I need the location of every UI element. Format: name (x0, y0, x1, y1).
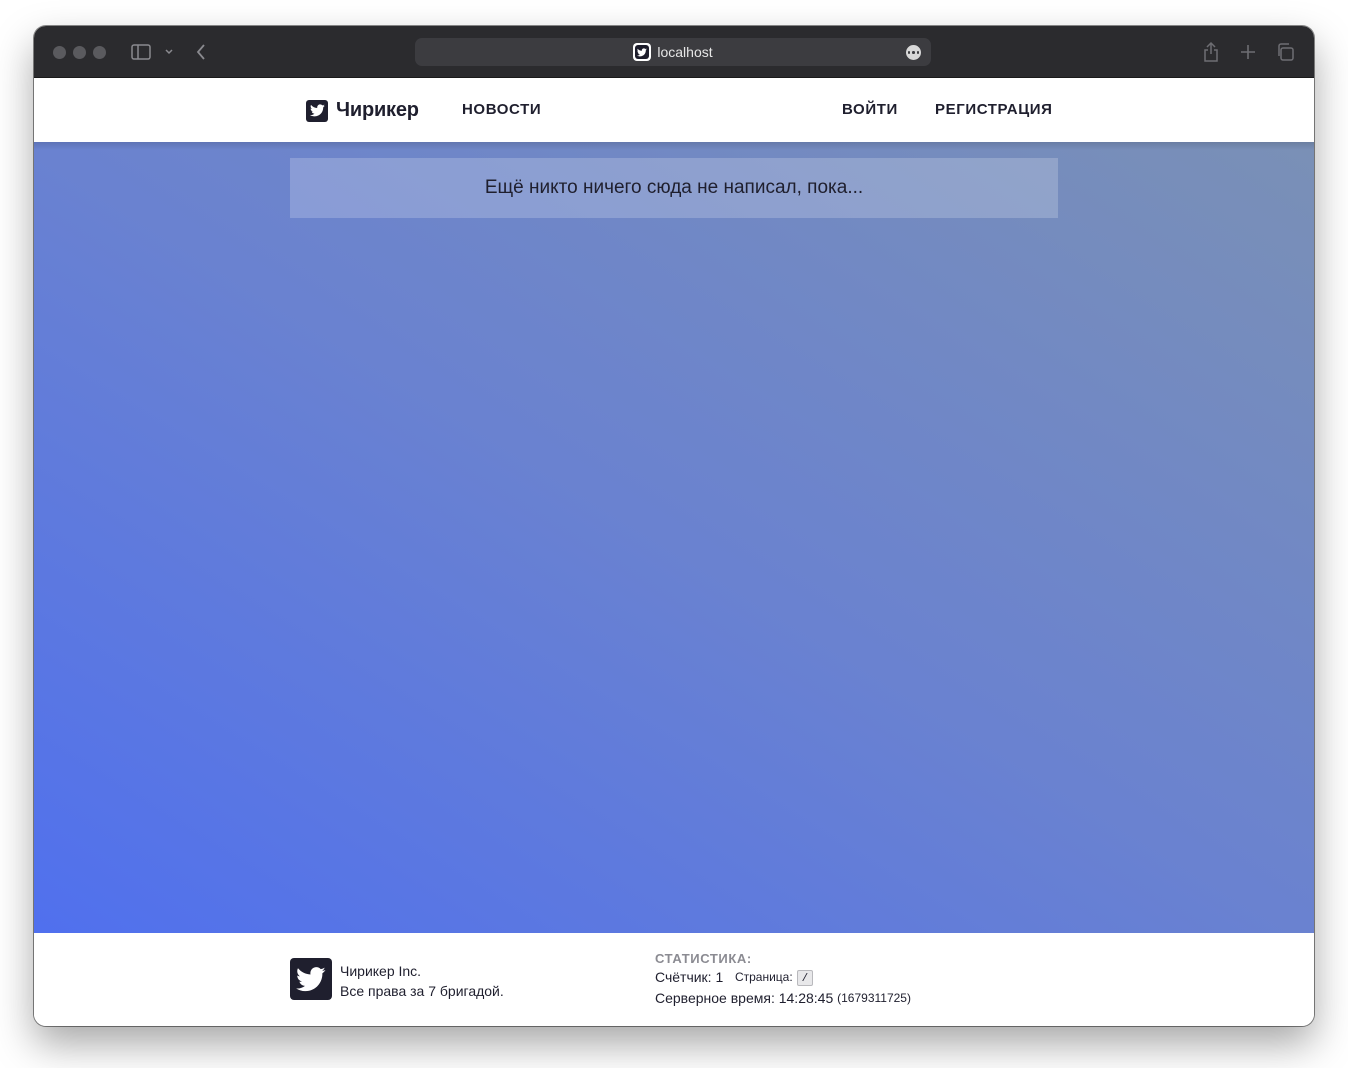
url-text: localhost (657, 44, 713, 60)
server-time-value: 14:28:45 (778, 990, 834, 1006)
back-button[interactable] (191, 40, 211, 64)
server-time-label: Серверное время: (655, 990, 775, 1006)
brand-link[interactable]: Чирикер (306, 99, 419, 122)
browser-toolbar: localhost (34, 26, 1314, 78)
stats-counter-line: Счётчик: 1 Страница: / (655, 967, 911, 988)
nav-news-link[interactable]: НОВОСТИ (462, 101, 541, 118)
site-header: Чирикер НОВОСТИ ВОЙТИ РЕГИСТРАЦИЯ (34, 79, 1314, 142)
plus-icon[interactable] (1237, 40, 1259, 64)
nav-login-link[interactable]: ВОЙТИ (842, 101, 898, 118)
stats-block: СТАТИСТИКА: Счётчик: 1 Страница: / Серве… (655, 951, 911, 1009)
zoom-window-button[interactable] (93, 46, 106, 59)
share-icon[interactable] (1200, 39, 1222, 65)
copyright-text: Все права за 7 бригадой. (340, 983, 504, 999)
site-footer: Чирикер Inc. Все права за 7 бригадой. СТ… (34, 933, 1314, 1026)
brand-name: Чирикер (336, 99, 419, 121)
counter-value: 1 (715, 969, 724, 985)
chevron-left-icon (196, 44, 205, 60)
empty-feed-notice: Ещё никто ничего сюда не написал, пока..… (290, 158, 1058, 218)
nav-register-link[interactable]: РЕГИСТРАЦИЯ (935, 101, 1053, 118)
page-path: / (796, 969, 814, 986)
company-name: Чирикер Inc. (340, 963, 422, 979)
bird-logo-icon (306, 99, 328, 122)
ellipsis-icon[interactable] (906, 45, 921, 60)
minimize-window-button[interactable] (73, 46, 86, 59)
close-window-button[interactable] (53, 46, 66, 59)
server-time-line: Серверное время: 14:28:45 (1679311725) (655, 988, 911, 1009)
stats-title: СТАТИСТИКА: (655, 951, 752, 966)
footer-company-info: Чирикер Inc. Все права за 7 бригадой. (340, 961, 504, 1001)
sidebar-icon[interactable] (130, 42, 152, 62)
site-favicon-icon (633, 43, 652, 61)
server-timestamp: (1679311725) (837, 991, 911, 1005)
main-content: Ещё никто ничего сюда не написал, пока..… (34, 142, 1314, 933)
browser-window: localhost Чирикер НОВОСТИ ВОЙТИ РЕГИСТРА… (34, 26, 1314, 1026)
chevron-down-icon[interactable] (161, 42, 177, 62)
tabs-overview-icon[interactable] (1274, 40, 1296, 64)
counter-label: Счётчик: (655, 969, 712, 985)
page-label: Страница: (734, 970, 793, 984)
footer-bird-logo-icon (290, 958, 332, 1000)
empty-feed-message: Ещё никто ничего сюда не написал, пока..… (484, 177, 864, 198)
address-bar[interactable]: localhost (415, 38, 931, 66)
